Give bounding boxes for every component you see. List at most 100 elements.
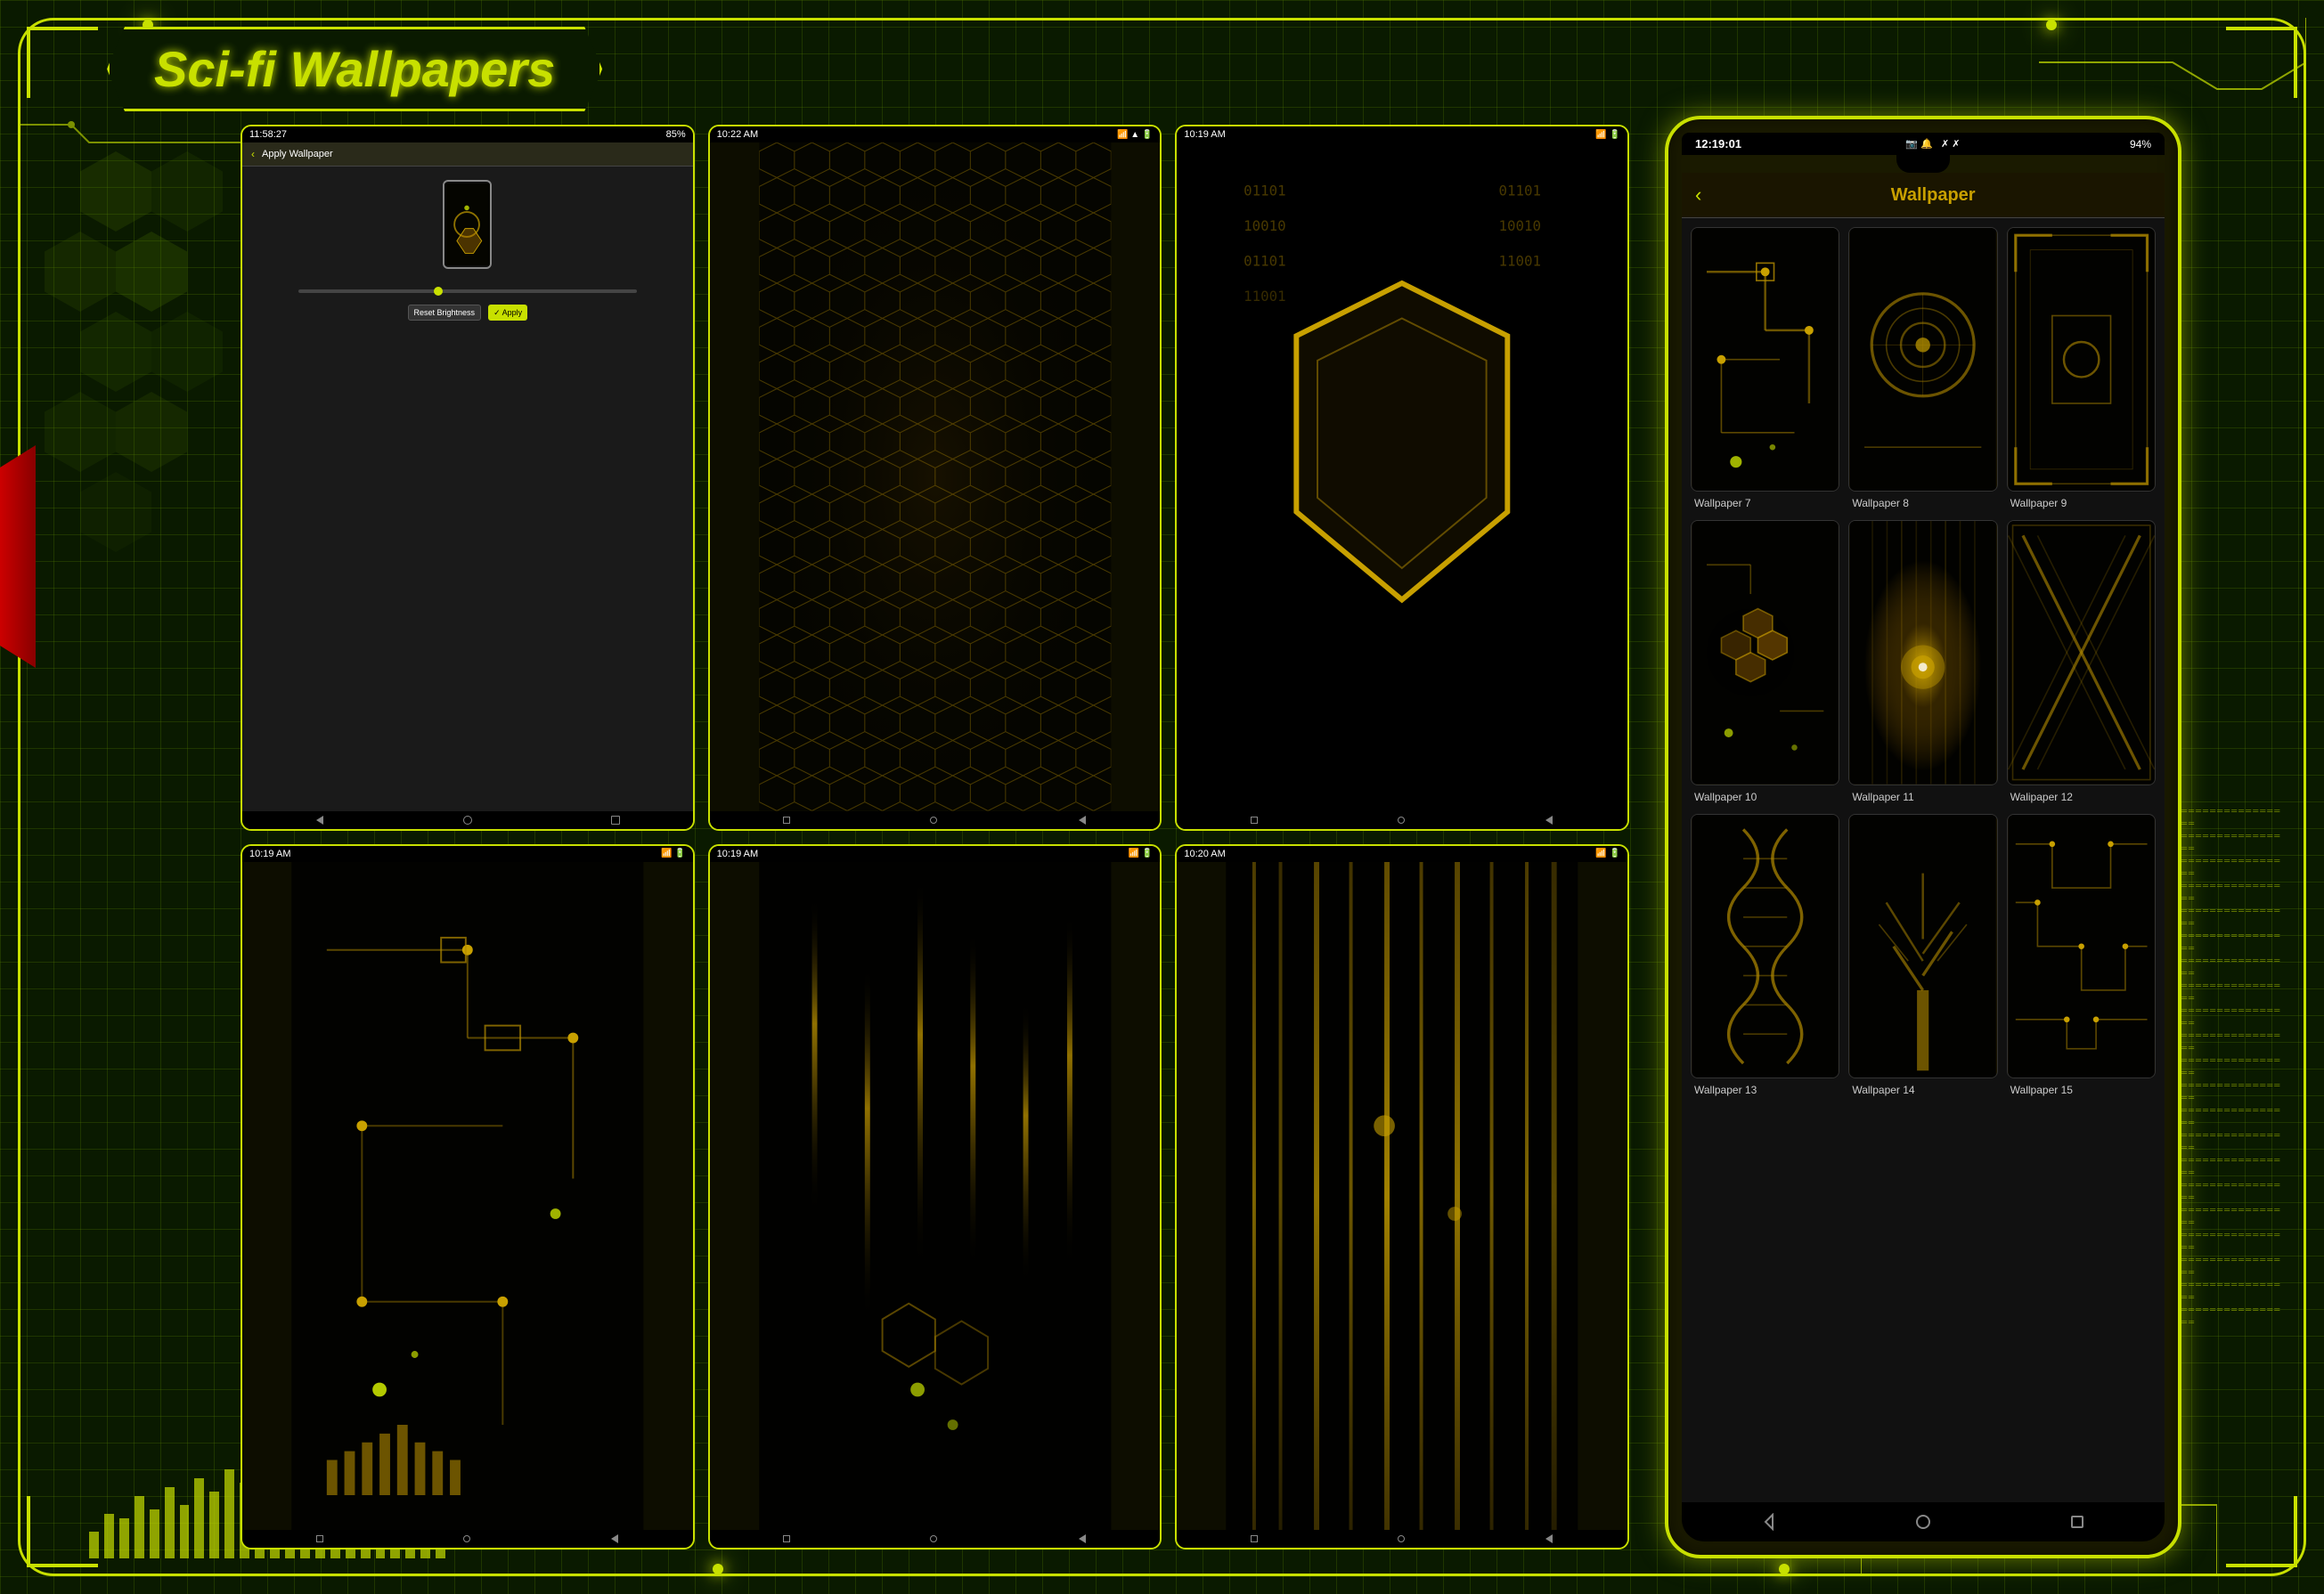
wallpaper-page-title: Wallpaper [1715, 185, 2151, 206]
right-dots-decoration: // We'll create dots via CSS instead ═══… [2181, 356, 2288, 801]
wallpaper-thumb-12[interactable] [2007, 520, 2156, 785]
nav-back-icon[interactable] [1760, 1513, 1778, 1531]
circuit-decoration-tl [18, 107, 241, 178]
wallpaper-label-12: Walipaper 12 [2007, 789, 2156, 805]
apply-button[interactable]: ✓ Apply [488, 305, 527, 321]
statusbar-3: 10:19 AM 📶 🔋 [1177, 126, 1627, 142]
hex-decoration [27, 134, 223, 668]
title-banner: Sci-fi Wallpapers [107, 27, 602, 111]
svg-text:10010: 10010 [1244, 217, 1286, 234]
wallpaper-grid: Wallpaper 7 [1682, 218, 2165, 1107]
statusbar-4: 10:19 AM 📶 🔋 [242, 846, 693, 862]
mockup-notch [1896, 155, 1950, 173]
screenshot-vertical: 10:20 AM 📶 🔋 [1175, 844, 1629, 1550]
apply-preview [242, 167, 693, 282]
apply-buttons: Reset Brightness ✓ Apply [242, 300, 693, 325]
wallpaper-thumb-15[interactable] [2007, 814, 2156, 1078]
nav-recent-icon[interactable] [611, 816, 620, 825]
wallpaper-item-12[interactable]: Walipaper 12 [2007, 520, 2156, 804]
apply-header: ‹ Apply Wallpaper [242, 142, 693, 167]
svg-text:01101: 01101 [1244, 252, 1286, 269]
vertical-screen [1177, 862, 1627, 1531]
wallpaper-thumb-11[interactable] [1848, 520, 1997, 785]
time-5: 10:19 AM [717, 849, 758, 859]
mockup-screen[interactable]: ‹ Wallpaper [1682, 173, 2165, 1502]
apply-back-icon[interactable]: ‹ [251, 148, 255, 160]
navbar-3 [1177, 811, 1627, 829]
wallpaper-item-11[interactable]: Wallpaper 11 [1848, 520, 1997, 804]
nav-home-icon[interactable] [463, 816, 472, 825]
time-3: 10:19 AM [1184, 129, 1225, 140]
statusbar-1: 11:58:27 85% [242, 126, 693, 142]
wallpaper-label-14: Wallpaper 14 [1848, 1082, 1997, 1098]
wallpaper-item-8[interactable]: Wallpaper 8 [1848, 227, 1997, 511]
wallpaper-header: ‹ Wallpaper [1682, 173, 2165, 218]
wallpaper-item-14[interactable]: Wallpaper 14 [1848, 814, 1997, 1098]
statusbar-6: 10:20 AM 📶 🔋 [1177, 846, 1627, 862]
time-2: 10:22 AM [717, 129, 758, 140]
statusbar-5: 10:19 AM 📶 🔋 [710, 846, 1161, 862]
circuit-screen [242, 862, 693, 1531]
main-content: 11:58:27 85% ‹ Apply Wallpaper [232, 116, 2181, 1558]
corner-tl [27, 27, 98, 98]
wallpaper-thumb-7[interactable] [1691, 227, 1839, 492]
app-title: Sci-fi Wallpapers [154, 41, 555, 97]
wallpaper-thumb-10[interactable] [1691, 520, 1839, 785]
wallpaper-item-7[interactable]: Wallpaper 7 [1691, 227, 1839, 511]
svg-text:10010: 10010 [1499, 217, 1542, 234]
time-6: 10:20 AM [1184, 849, 1225, 859]
nav-home-icon[interactable] [1914, 1513, 1932, 1531]
navbar-5 [710, 1530, 1161, 1548]
corner-bl [27, 1496, 98, 1567]
wallpaper-thumb-8[interactable] [1848, 227, 1997, 492]
mockup-time: 12:19:01 [1695, 137, 1741, 150]
screenshot-apply: 11:58:27 85% ‹ Apply Wallpaper [241, 125, 695, 831]
apply-screen: ‹ Apply Wallpaper [242, 142, 693, 811]
screenshots-grid: 11:58:27 85% ‹ Apply Wallpaper [232, 116, 1638, 1558]
mockup-navbar [1682, 1502, 2165, 1541]
wallpaper-label-11: Wallpaper 11 [1848, 789, 1997, 805]
svg-text:01101: 01101 [1499, 182, 1542, 199]
wallpaper-label-7: Wallpaper 7 [1691, 495, 1839, 511]
apply-title: Apply Wallpaper [262, 149, 333, 159]
wallpaper-item-13[interactable]: Wallpaper 13 [1691, 814, 1839, 1098]
time-1: 11:58:27 [249, 129, 287, 140]
nav-recent-icon[interactable] [2068, 1513, 2086, 1531]
nav-back-icon[interactable] [316, 816, 323, 825]
wallpaper-thumb-14[interactable] [1848, 814, 1997, 1078]
statusbar-2: 10:22 AM 📶 ▲ 🔋 [710, 126, 1161, 142]
corner-br [2226, 1496, 2297, 1567]
reset-brightness-button[interactable]: Reset Brightness [408, 305, 482, 321]
wallpaper-label-10: Wallpaper 10 [1691, 789, 1839, 805]
dots-screen [710, 142, 1161, 811]
red-accent [0, 445, 36, 668]
screenshot-shield: 10:19 AM 📶 🔋 01101 10010 01101 11001 011 [1175, 125, 1629, 831]
navbar-2 [710, 811, 1161, 829]
mockup-statusbar: 12:19:01 📷 🔔 ✗ ✗ 94% [1682, 133, 2165, 155]
svg-text:11001: 11001 [1244, 288, 1286, 305]
wallpaper-label-9: Wallpaper 9 [2007, 495, 2156, 511]
wallpaper-label-15: Wallpaper 15 [2007, 1082, 2156, 1098]
screenshot-dots: 10:22 AM 📶 ▲ 🔋 [708, 125, 1162, 831]
navbar-6 [1177, 1530, 1627, 1548]
wallpaper-item-15[interactable]: Wallpaper 15 [2007, 814, 2156, 1098]
wallpaper-item-9[interactable]: Wallpaper 9 [2007, 227, 2156, 511]
wallpaper-label-8: Wallpaper 8 [1848, 495, 1997, 511]
wallpaper-back-button[interactable]: ‹ [1695, 183, 1701, 207]
brightness-slider[interactable] [242, 282, 693, 300]
mockup-icons: 📷 🔔 ✗ ✗ [1905, 138, 1965, 150]
wallpaper-item-10[interactable]: Wallpaper 10 [1691, 520, 1839, 804]
navbar-1 [242, 811, 693, 829]
streams-screen [710, 862, 1161, 1531]
svg-text:01101: 01101 [1244, 182, 1286, 199]
shield-screen: 01101 10010 01101 11001 01101 10010 1100… [1177, 142, 1627, 811]
screenshot-streams: 10:19 AM 📶 🔋 [708, 844, 1162, 1550]
phone-preview [443, 180, 492, 269]
time-4: 10:19 AM [249, 849, 290, 859]
phone-mockup: 12:19:01 📷 🔔 ✗ ✗ 94% ‹ Wallpaper [1665, 116, 2181, 1558]
wallpaper-thumb-9[interactable] [2007, 227, 2156, 492]
wallpaper-thumb-13[interactable] [1691, 814, 1839, 1078]
svg-text:11001: 11001 [1499, 252, 1542, 269]
navbar-4 [242, 1530, 693, 1548]
wallpaper-label-13: Wallpaper 13 [1691, 1082, 1839, 1098]
